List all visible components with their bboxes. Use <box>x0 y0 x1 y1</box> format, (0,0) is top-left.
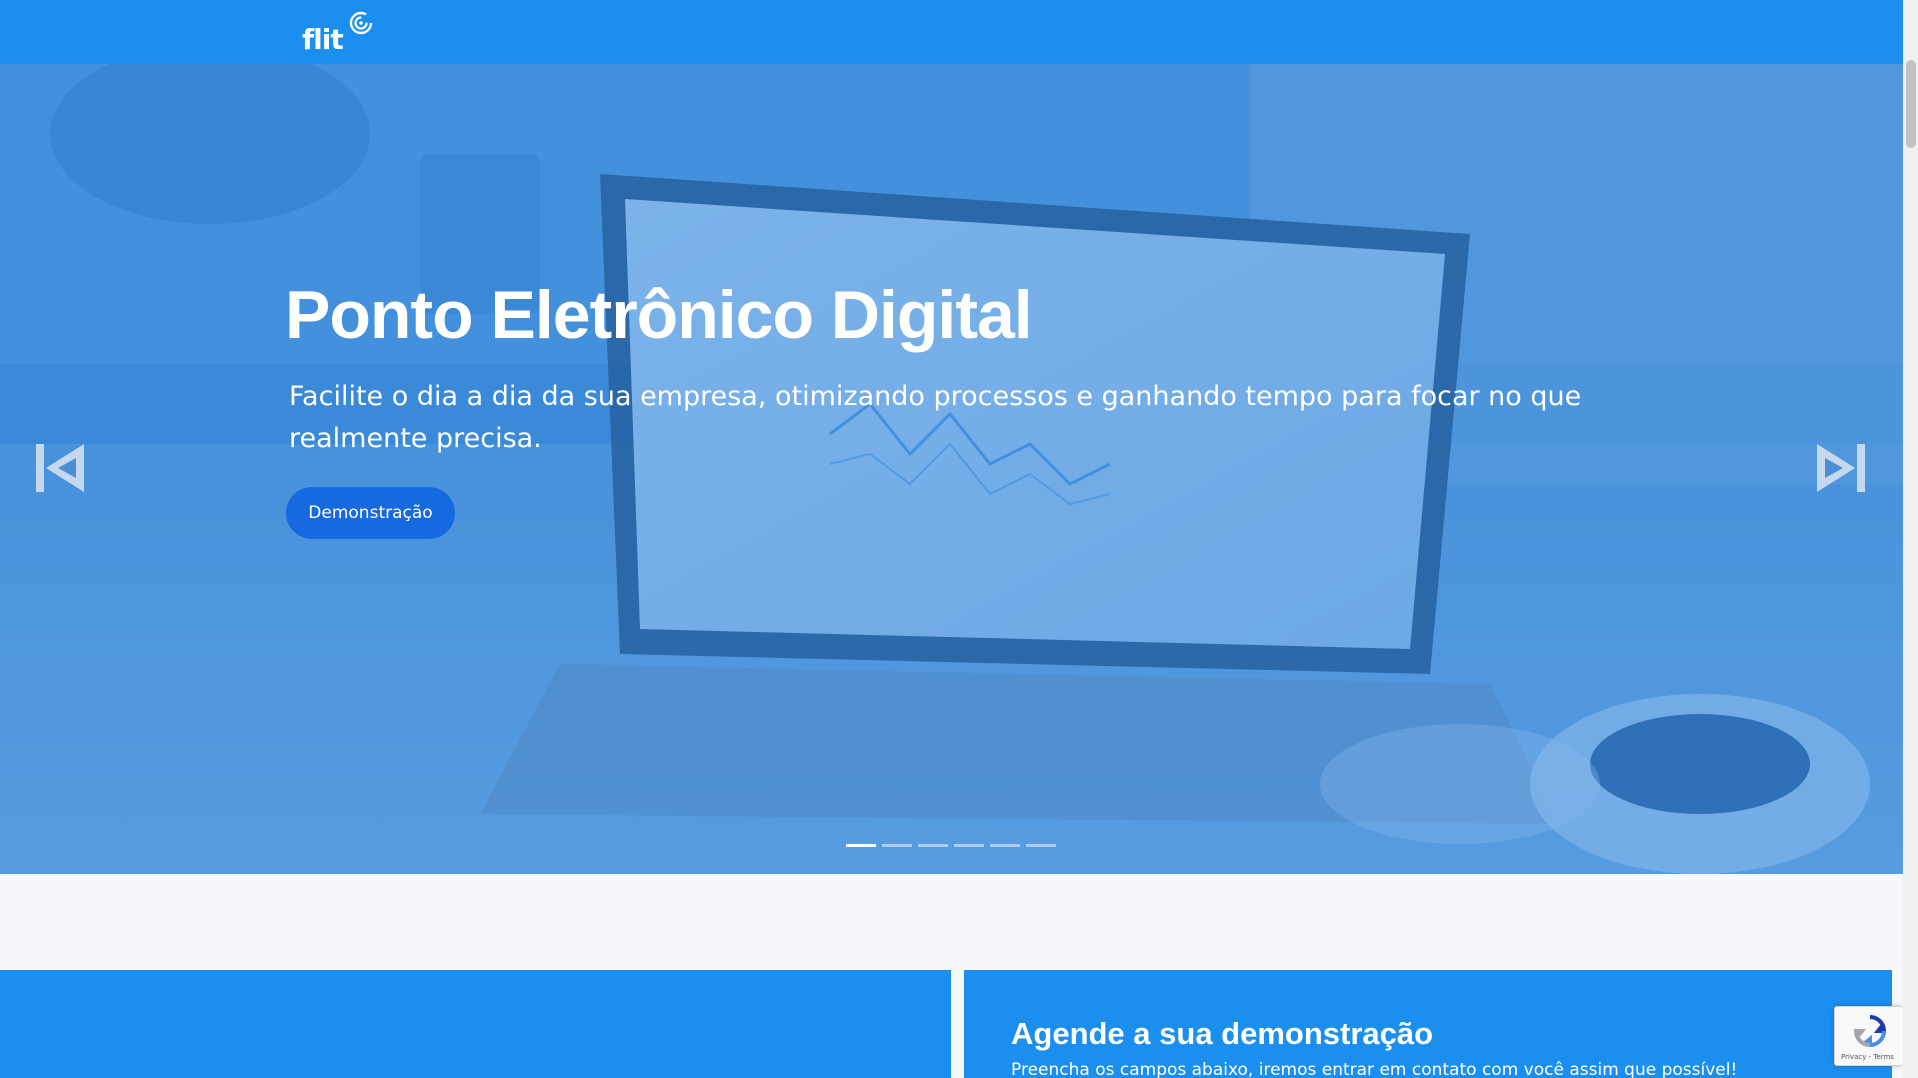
brand-name: flit <box>302 23 344 56</box>
demo-form-title: Agende a sua demonstração <box>1011 1016 1434 1051</box>
terms-link[interactable]: Terms <box>1873 1053 1894 1061</box>
carousel-indicator[interactable] <box>918 844 948 847</box>
info-panel <box>0 970 951 1078</box>
carousel-indicator[interactable] <box>1026 844 1056 847</box>
hero-title: Ponto Eletrônico Digital <box>285 277 1033 353</box>
demo-form-subtitle: Preencha os campos abaixo, iremos entrar… <box>1011 1060 1738 1078</box>
privacy-link[interactable]: Privacy <box>1841 1053 1866 1061</box>
recaptcha-icon <box>1853 1015 1887 1048</box>
carousel-indicator[interactable] <box>990 844 1020 847</box>
scrollbar-thumb[interactable] <box>1906 60 1916 148</box>
brand-logo[interactable]: flit <box>302 11 373 56</box>
skip-previous-icon[interactable] <box>34 442 86 494</box>
swirl-icon <box>349 11 373 35</box>
hero-subtitle: Facilite o dia a dia da sua empresa, oti… <box>289 381 1582 454</box>
carousel-indicator[interactable] <box>882 844 912 847</box>
carousel-indicator[interactable] <box>954 844 984 847</box>
carousel-indicator[interactable] <box>846 844 876 847</box>
carousel-indicators <box>846 844 1056 847</box>
recaptcha-links: Privacy - Terms <box>1841 1053 1894 1061</box>
demo-button[interactable]: Demonstração <box>286 487 455 539</box>
top-navbar: flit <box>0 0 1903 64</box>
hero-overlay <box>0 64 1903 874</box>
skip-next-icon[interactable] <box>1815 442 1867 494</box>
recaptcha-badge[interactable]: Privacy - Terms <box>1834 1006 1904 1066</box>
scrollbar[interactable] <box>1903 0 1918 1078</box>
hero-carousel: Ponto Eletrônico Digital Facilite o dia … <box>0 64 1903 874</box>
